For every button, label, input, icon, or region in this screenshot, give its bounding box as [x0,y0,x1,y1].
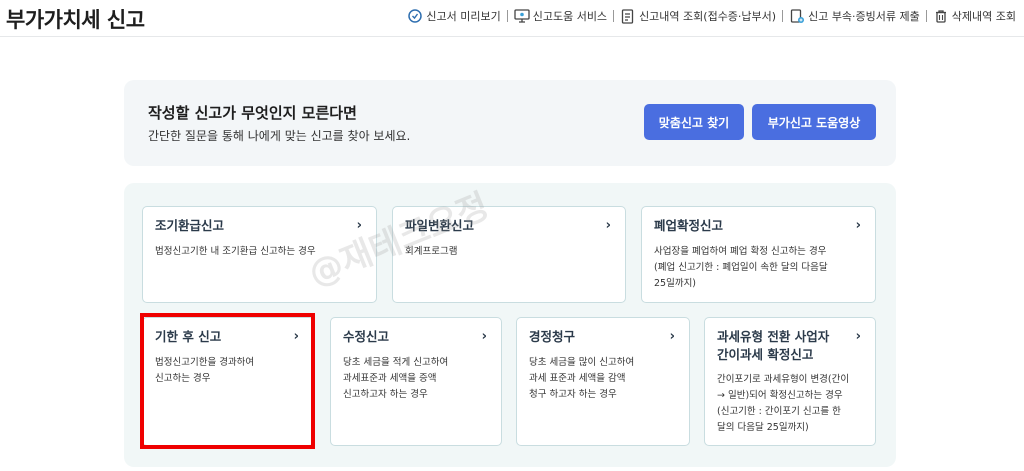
card-title: 파일변환신고 [405,218,475,233]
card-description-line: (신고기한 : 간이포기 신고를 한 [717,406,841,417]
find-custom-report-button[interactable]: 맞춤신고 찾기 [644,104,744,140]
deleted-history-link[interactable]: 삭제내역 조회 [933,8,1016,24]
page-title: 부가가치세 신고 [6,8,145,32]
card-file-conversion[interactable]: 파일변환신고 › 회계프로그램 [392,206,626,303]
card-description: 당초 세금을 적게 신고하여 과세표준과 세액을 증액 신고하고자 하는 경우 [343,355,448,403]
card-description: 사업장을 폐업하여 폐업 확정 신고하는 경우 (폐업 신고기한 : 폐업일이 … [654,244,828,292]
card-description-line: 법정신고기한을 경과하여 [155,357,255,368]
card-title-line: 간이과세 확정신고 [717,347,814,362]
card-description-line: 25일까지) [654,278,697,289]
card-description-line: 신고하고자 하는 경우 [343,389,428,400]
card-description: 간이포기로 과세유형이 변경(간이 → 일반)되어 확정신고하는 경우 (신고기… [717,372,849,436]
banner-title: 작성할 신고가 무엇인지 모른다면 [148,104,357,122]
card-title: 수정신고 [343,329,390,344]
card-description-line: 과세표준과 세액을 증액 [343,373,437,384]
history-link-label: 신고내역 조회(접수증·납부서) [639,10,777,23]
document-upload-icon [789,8,805,24]
card-description-line: 신고하는 경우 [155,373,211,384]
chevron-right-icon: › [855,329,861,344]
history-link[interactable]: 신고내역 조회(접수증·납부서) [620,8,776,24]
card-early-refund[interactable]: 조기환급신고 › 법정신고기한 내 조기환급 신고하는 경우 [142,206,377,303]
preview-link-label: 신고서 미리보기 [426,10,501,23]
card-title: 기한 후 신고 [155,329,222,344]
card-description: 법정신고기한을 경과하여 신고하는 경우 [155,355,254,387]
card-title: 폐업확정신고 [654,218,724,233]
card-description-line: 회계프로그램 [405,246,458,257]
help-service-link-label: 신고도움 서비스 [532,10,608,23]
divider [613,10,615,22]
card-simplified-tax-final[interactable]: 과세유형 전환 사업자 간이과세 확정신고 › 간이포기로 과세유형이 변경(간… [704,317,876,446]
card-title: 과세유형 전환 사업자 간이과세 확정신고 [717,328,829,364]
chevron-right-icon: › [669,329,675,344]
divider [782,10,784,22]
card-description: 당초 세금을 많이 신고하여 과세 표준과 세액을 감액 청구 하고자 하는 경… [529,355,634,403]
document-list-icon [620,8,636,24]
card-title-line: 과세유형 전환 사업자 [717,329,830,344]
card-description-line: 당초 세금을 적게 신고하여 [343,357,449,368]
trash-icon [933,8,949,24]
card-description: 법정신고기한 내 조기환급 신고하는 경우 [155,244,316,260]
card-description-line: 당초 세금을 많이 신고하여 [529,357,635,368]
monitor-icon [514,8,530,24]
help-service-link[interactable]: 신고도움 서비스 [514,8,607,24]
chevron-right-icon: › [481,329,487,344]
card-description-line: 사업장을 폐업하여 폐업 확정 신고하는 경우 [654,246,827,257]
card-description: 회계프로그램 [405,244,457,260]
card-title: 조기환급신고 [155,218,225,233]
report-type-panel: 조기환급신고 › 법정신고기한 내 조기환급 신고하는 경우 파일변환신고 › … [124,183,896,467]
card-amended-report[interactable]: 수정신고 › 당초 세금을 적게 신고하여 과세표준과 세액을 증액 신고하고자… [330,317,502,446]
chevron-right-icon: › [293,329,299,344]
deleted-history-link-label: 삭제내역 조회 [951,10,1016,23]
submit-docs-link-label: 신고 부속·증빙서류 제출 [808,10,920,23]
card-description-line: 달의 다음달 25일까지) [717,422,809,433]
card-description-line: 청구 하고자 하는 경우 [529,389,617,400]
chevron-right-icon: › [605,218,611,233]
chevron-right-icon: › [356,218,362,233]
card-description-line: (폐업 신고기한 : 폐업일이 속한 달의 다음달 [654,262,828,273]
preview-link[interactable]: 신고서 미리보기 [407,8,501,24]
card-late-report[interactable]: 기한 후 신고 › 법정신고기한을 경과하여 신고하는 경우 [142,317,314,446]
card-description-line: 간이포기로 과세유형이 변경(간이 [717,374,850,385]
card-description-line: 법정신고기한 내 조기환급 신고하는 경우 [155,246,316,257]
card-description-line: 과세 표준과 세액을 감액 [529,373,626,384]
card-title: 경정청구 [529,329,576,344]
card-description-line: → 일반)되어 확정신고하는 경우 [717,390,843,401]
divider [925,10,927,22]
help-video-button[interactable]: 부가신고 도움영상 [752,104,876,140]
divider [506,10,508,22]
submit-docs-link[interactable]: 신고 부속·증빙서류 제출 [789,8,920,24]
header-divider [0,36,1024,37]
card-closure-final[interactable]: 폐업확정신고 › 사업장을 폐업하여 폐업 확정 신고하는 경우 (폐업 신고기… [641,206,876,303]
help-banner: 작성할 신고가 무엇인지 모른다면 간단한 질문을 통해 나에게 맞는 신고를 … [124,80,896,166]
top-links: 신고서 미리보기 신고도움 서비스 신고내역 조회(접수증·납부서) 신고 부속… [407,8,1016,24]
chevron-right-icon: › [855,218,861,233]
card-correction-claim[interactable]: 경정청구 › 당초 세금을 많이 신고하여 과세 표준과 세액을 감액 청구 하… [516,317,690,446]
magnifier-doc-icon [407,8,423,24]
banner-description: 간단한 질문을 통해 나에게 맞는 신고를 찾아 보세요. [148,129,411,143]
